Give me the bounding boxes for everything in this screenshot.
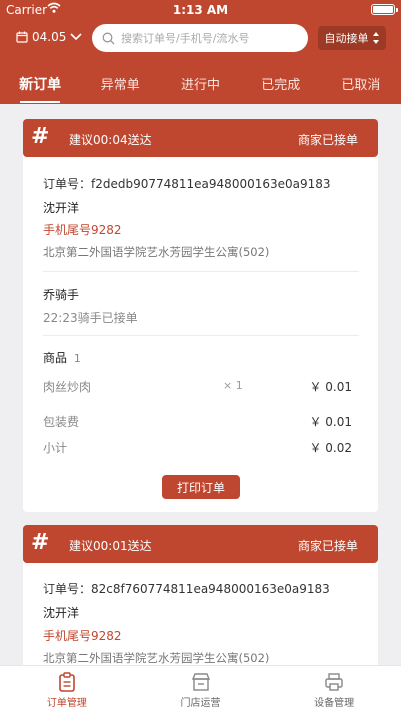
date-picker[interactable]: 04.05 [16,30,82,44]
nav-label: 门店运营 [180,698,221,709]
item-qty: × 1 [223,379,243,392]
customer-address: 北京第二外国语学院艺水芳园学生公寓(502) [43,245,270,259]
customer-name: 沈开洋 [43,606,80,620]
goods-count: 1 [73,352,81,365]
nav-label: 订单管理 [46,698,87,709]
delivery-eta: 建议00:04送达 [69,133,152,147]
header: Carrier 1:13 AM 04.05 自动接单 新订单 异常单 进行中 已… [0,0,401,104]
updown-arrow-icon [372,32,379,44]
order-hash: # [31,530,50,555]
order-hash: # [31,124,50,149]
nav-label: 设备管理 [314,698,355,709]
auto-accept-label: 自动接单 [324,32,369,45]
printer-icon [325,673,343,691]
nav-device-management[interactable]: 设备管理 [267,666,401,710]
tab-completed[interactable]: 已完成 [241,60,321,104]
customer-name: 沈开洋 [43,201,80,215]
divider [43,335,359,336]
clipboard-icon [59,672,75,692]
search-box[interactable] [92,24,308,52]
order-status: 商家已接单 [297,133,358,147]
search-input[interactable] [121,31,291,45]
store-icon [191,673,210,691]
order-tabs: 新订单 异常单 进行中 已完成 已取消 [0,60,401,104]
rider-name: 乔骑手 [43,288,80,302]
order-card[interactable]: # 建议00:04送达 商家已接单 订单号：f2dedb90774811ea94… [23,119,378,512]
goods-header: 商品 1 [43,349,81,366]
customer-address: 北京第二外国语学院艺水芳园学生公寓(502) [43,651,270,665]
chevron-down-icon [70,33,82,41]
tab-abnormal[interactable]: 异常单 [80,60,160,104]
order-card-header: # 建议00:01送达 商家已接单 [23,525,378,563]
battery-icon [371,4,398,15]
customer-phone[interactable]: 手机尾号9282 [43,221,122,238]
print-order-button[interactable]: 打印订单 [162,475,240,499]
search-icon [102,32,115,44]
delivery-eta: 建议00:01送达 [69,539,152,553]
tab-cancelled[interactable]: 已取消 [321,60,401,104]
order-number: 订单号：f2dedb90774811ea948000163e0a9183 [43,177,331,191]
clock: 1:13 AM [172,3,229,17]
divider [43,271,359,272]
order-card-header: # 建议00:04送达 商家已接单 [23,119,378,157]
customer-phone[interactable]: 手机尾号9282 [43,627,122,644]
subtotal-value: ￥ 0.02 [309,441,352,455]
order-status: 商家已接单 [297,539,358,553]
bottom-nav: 订单管理 门店运营 设备管理 [0,665,401,710]
calendar-icon [16,31,28,43]
item-name: 肉丝炒肉 [43,380,92,394]
goods-label: 商品 [43,351,68,365]
subtotal-label: 小计 [43,441,68,455]
status-bar: Carrier 1:13 AM [0,0,401,20]
date-value: 04.05 [32,30,67,44]
nav-store-operations[interactable]: 门店运营 [134,666,268,710]
order-number: 订单号：82c8f760774811ea948000163e0a9183 [43,582,330,596]
toolbar: 04.05 自动接单 [0,22,401,54]
packing-fee: ￥ 0.01 [309,415,352,429]
order-card[interactable]: # 建议00:01送达 商家已接单 订单号：82c8f760774811ea94… [23,525,378,685]
tab-in-progress[interactable]: 进行中 [160,60,240,104]
auto-accept-toggle[interactable]: 自动接单 [318,26,386,50]
packing-label: 包装费 [43,415,80,429]
rider-note: 22:23骑手已接单 [43,311,138,325]
item-price: ￥ 0.01 [309,380,352,394]
nav-order-management[interactable]: 订单管理 [0,666,134,710]
tab-new-orders[interactable]: 新订单 [0,60,80,104]
